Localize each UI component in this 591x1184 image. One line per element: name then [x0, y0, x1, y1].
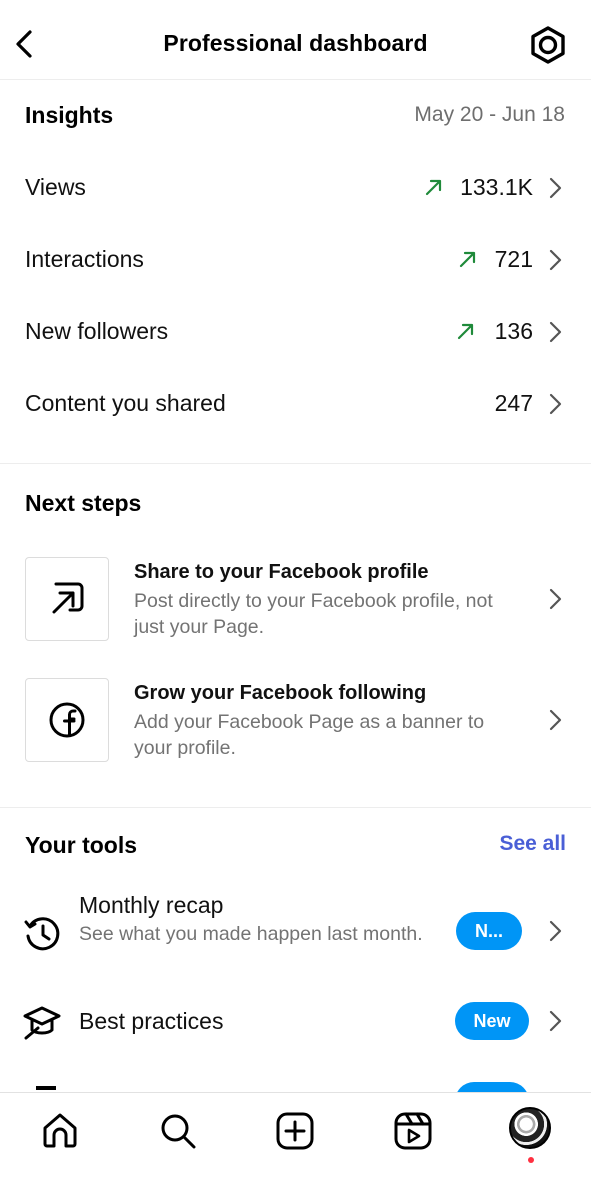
metric-row-interactions[interactable]: Interactions 721: [0, 230, 591, 290]
step-title: Share to your Facebook profile: [134, 561, 429, 583]
chevron-right-icon: [549, 920, 562, 942]
reels-icon[interactable]: [393, 1111, 433, 1151]
metric-value: 136: [494, 318, 533, 344]
tool-description: See what you made happen last month.: [79, 923, 423, 945]
history-icon: [24, 917, 60, 951]
step-description: Post directly to your Facebook profile, …: [134, 590, 493, 638]
tools-section: Your tools See all Monthly recap See wha…: [0, 808, 591, 1092]
search-icon[interactable]: [158, 1111, 198, 1151]
chevron-right-icon: [549, 1010, 562, 1032]
settings-button[interactable]: [528, 26, 568, 64]
badge-partial: [455, 1082, 529, 1092]
profile-avatar[interactable]: [509, 1107, 551, 1149]
next-steps-section: Next steps Share to your Facebook profil…: [0, 464, 591, 808]
notification-dot: [528, 1157, 534, 1163]
share-arrow-icon: [52, 582, 84, 614]
chevron-right-icon: [549, 249, 562, 271]
date-range[interactable]: May 20 - Jun 18: [414, 103, 565, 127]
bottom-tab-bar: [0, 1092, 591, 1184]
step-title: Grow your Facebook following: [134, 682, 427, 704]
tool-row-monthly-recap[interactable]: Monthly recap See what you made happen l…: [0, 888, 591, 978]
step-icon-box: [25, 678, 109, 762]
gear-icon: [531, 26, 565, 64]
step-icon-box: [25, 557, 109, 641]
trend-up-icon: [425, 179, 442, 196]
chevron-right-icon: [549, 393, 562, 415]
metric-label: Views: [25, 174, 86, 200]
tool-title: Monthly recap: [79, 892, 224, 918]
home-icon[interactable]: [40, 1111, 80, 1151]
see-all-link[interactable]: See all: [499, 832, 566, 856]
tool-icon-partial: [36, 1086, 56, 1090]
metric-row-views[interactable]: Views 133.1K: [0, 158, 591, 218]
chevron-right-icon: [549, 177, 562, 199]
tool-row-partial[interactable]: [0, 1082, 591, 1092]
insights-title: Insights: [25, 102, 114, 128]
trend-up-icon: [459, 251, 476, 268]
insights-section: Insights May 20 - Jun 18 Views 133.1K In…: [0, 80, 591, 464]
tools-title: Your tools: [25, 832, 138, 858]
chevron-right-icon: [549, 709, 562, 731]
metric-label: Interactions: [25, 246, 144, 272]
chevron-right-icon: [549, 588, 562, 610]
chevron-right-icon: [549, 321, 562, 343]
facebook-icon: [49, 702, 85, 738]
next-steps-title: Next steps: [25, 490, 142, 516]
trend-up-icon: [457, 323, 474, 340]
metric-label: Content you shared: [25, 390, 226, 416]
step-description: Add your Facebook Page as a banner to yo…: [134, 711, 485, 759]
page-title: Professional dashboard: [163, 30, 428, 56]
metric-label: New followers: [25, 318, 169, 344]
metric-row-content-shared[interactable]: Content you shared 247: [0, 374, 591, 434]
top-bar: Professional dashboard: [0, 0, 591, 80]
metric-value: 721: [494, 246, 533, 272]
step-card-share-facebook[interactable]: Share to your Facebook profile Post dire…: [0, 557, 591, 647]
create-post-icon[interactable]: [275, 1111, 315, 1151]
metric-value: 247: [494, 390, 533, 416]
tool-title: Best practices: [79, 1008, 224, 1034]
metric-value: 133.1K: [460, 174, 533, 200]
new-badge: N...: [456, 912, 522, 950]
step-card-grow-facebook[interactable]: Grow your Facebook following Add your Fa…: [0, 678, 591, 768]
tool-row-best-practices[interactable]: Best practices New: [0, 998, 591, 1048]
metric-row-new-followers[interactable]: New followers 136: [0, 302, 591, 362]
new-badge: New: [455, 1002, 529, 1040]
graduation-cap-icon: [23, 1006, 61, 1040]
